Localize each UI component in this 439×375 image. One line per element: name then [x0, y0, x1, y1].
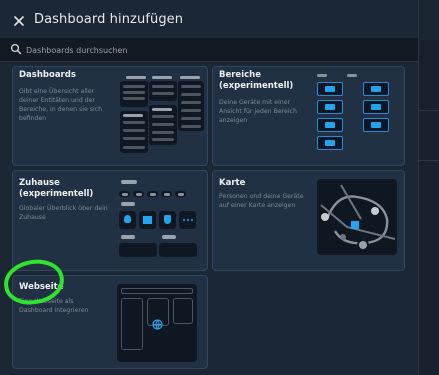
card-description: Eine Webseite als Dashboard integrieren — [19, 298, 89, 314]
close-icon — [14, 16, 24, 26]
map-preview — [317, 179, 397, 255]
card-description: Deine Geräte mit einer Ansicht für jeden… — [219, 99, 297, 124]
bathtub-icon — [317, 136, 343, 150]
card-description: Personen und deine Geräte auf einer Kart… — [219, 193, 304, 209]
close-button[interactable] — [10, 12, 28, 30]
bed-icon — [317, 118, 343, 132]
more-icon — [179, 211, 196, 229]
map-icon — [320, 184, 396, 251]
search-input[interactable] — [26, 41, 396, 59]
card-title: Webseite — [19, 282, 64, 292]
car-icon — [363, 82, 389, 96]
bed-icon — [317, 100, 343, 114]
sofa-icon — [317, 82, 343, 96]
webpage-preview — [117, 284, 197, 362]
bed-icon — [363, 100, 389, 114]
dashboards-card[interactable]: Dashboards Gibt eine Übersicht aller dei… — [12, 66, 208, 166]
dialog-header: Dashboard hinzufügen — [0, 0, 418, 40]
search-bar — [0, 38, 418, 62]
shield-icon — [159, 211, 176, 229]
add-dashboard-dialog: Dashboard hinzufügen Dashboards Gibt ein… — [0, 0, 419, 375]
areas-card[interactable]: Bereiche (experimentell) Deine Geräte mi… — [212, 66, 405, 166]
home-card[interactable]: Zuhause (experimentell) Globaler Überbli… — [12, 170, 208, 271]
card-title: Bereiche (experimentell) — [219, 70, 294, 91]
search-icon — [10, 43, 22, 55]
card-description: Globaler Überblick über dein Zuhause — [19, 205, 108, 221]
desk-icon — [363, 118, 389, 132]
home-icon — [139, 211, 156, 229]
map-card[interactable]: Karte Personen und deine Geräte auf eine… — [212, 170, 405, 271]
dialog-title: Dashboard hinzufügen — [34, 12, 184, 27]
globe-icon — [152, 319, 163, 330]
card-title: Dashboards — [19, 70, 76, 80]
webpage-card[interactable]: Webseite Eine Webseite als Dashboard int… — [12, 275, 208, 369]
lightbulb-icon — [119, 211, 136, 229]
card-title: Zuhause (experimentell) — [19, 178, 94, 199]
card-description: Gibt eine Übersicht aller deiner Entität… — [19, 88, 102, 122]
card-title: Karte — [219, 178, 246, 188]
